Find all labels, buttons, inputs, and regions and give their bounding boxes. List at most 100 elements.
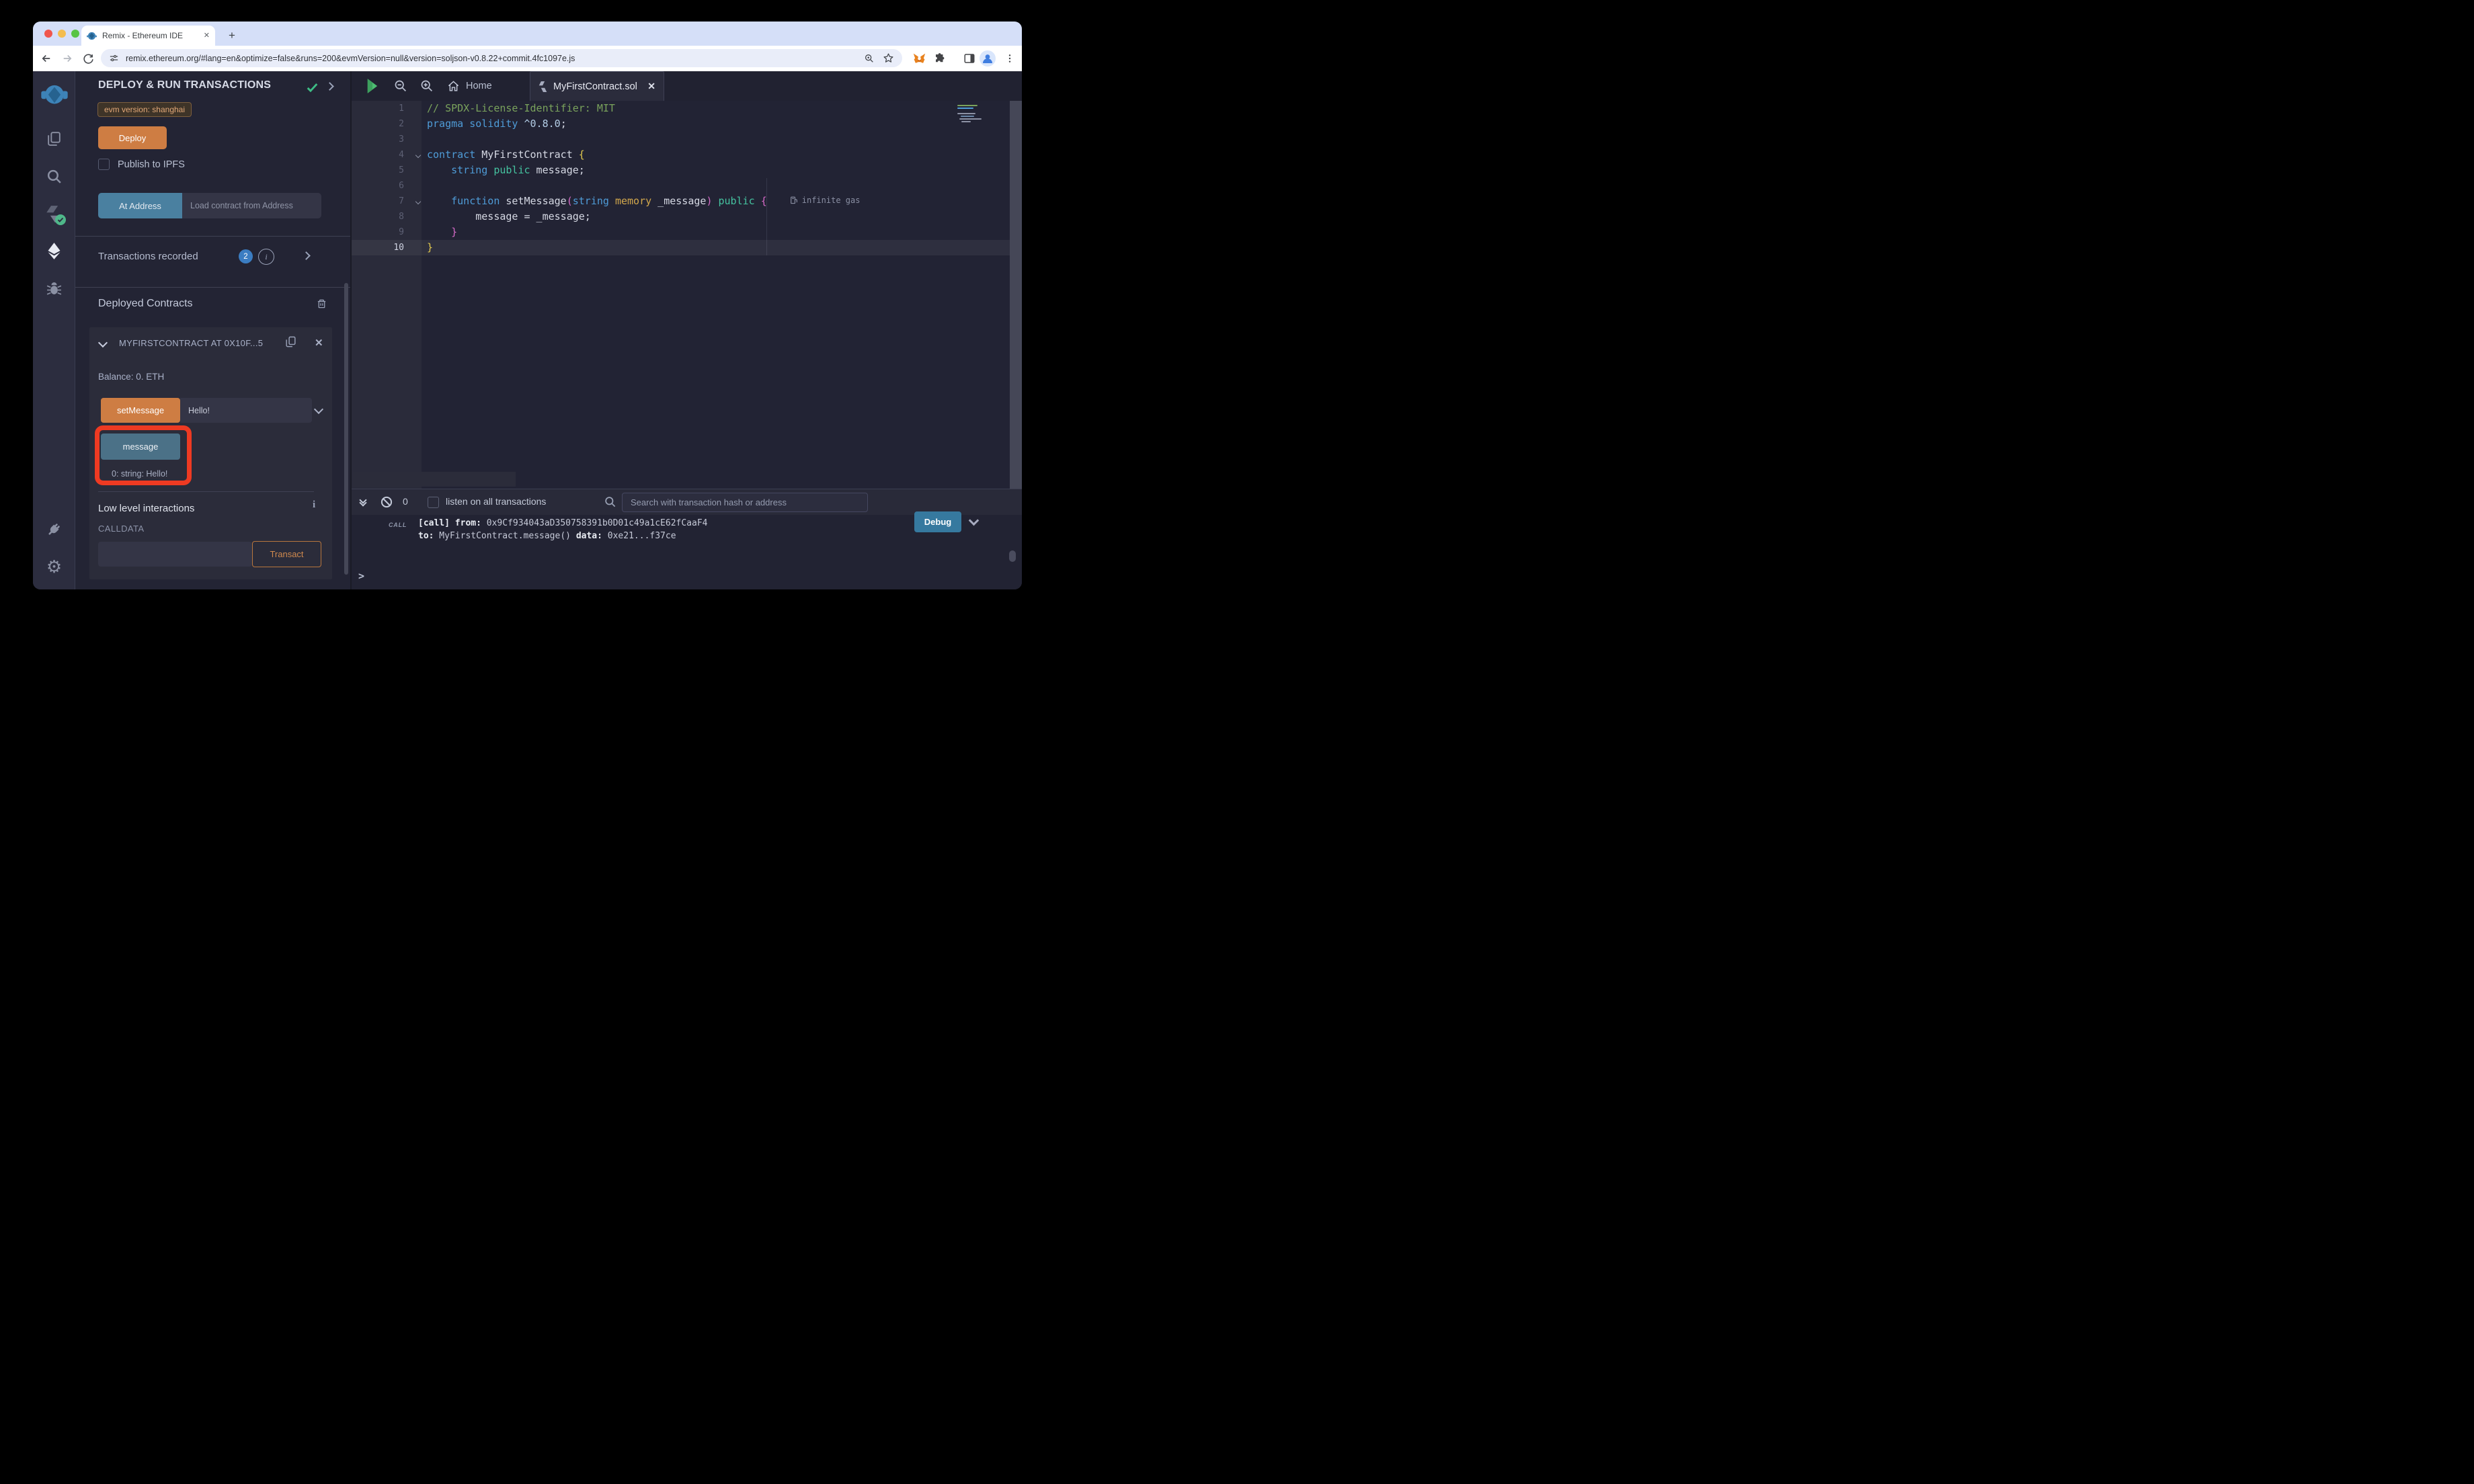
panel-collapse-icon[interactable]: [327, 83, 333, 89]
log-line-2[interactable]: to: MyFirstContract.message() data: 0xe2…: [418, 530, 676, 542]
terminal-search-icon[interactable]: [604, 495, 616, 508]
set-message-input[interactable]: [180, 398, 312, 423]
gas-estimate-note: infinite gas: [790, 196, 861, 205]
calldata-input[interactable]: [98, 542, 252, 567]
url-bar[interactable]: remix.ethereum.org/#lang=en&optimize=fal…: [101, 49, 902, 67]
code-line: 1// SPDX-License-Identifier: MIT: [352, 101, 1022, 116]
side-panel-icon[interactable]: [961, 46, 977, 71]
debug-button[interactable]: Debug: [914, 511, 961, 532]
code-lines[interactable]: 1// SPDX-License-Identifier: MIT2pragma …: [352, 101, 1022, 255]
remix-logo[interactable]: [33, 81, 75, 110]
screenshot-background: Remix - Ethereum IDE ✕ + remix.ethereum.…: [0, 0, 1054, 632]
zoom-out-icon[interactable]: [393, 79, 407, 93]
remix-app: ⚙ DEPLOY & RUN TRANSACTIONS evm version:…: [33, 71, 1022, 589]
deploy-button[interactable]: Deploy: [98, 126, 167, 149]
terminal-prompt[interactable]: >: [358, 570, 364, 582]
minimap[interactable]: [957, 104, 982, 124]
panel-check-icon: [307, 83, 318, 93]
evm-version-badge: evm version: shanghai: [97, 102, 192, 117]
compile-success-badge: [55, 214, 66, 225]
contract-balance: Balance: 0. ETH: [98, 372, 164, 382]
set-message-expand-icon[interactable]: [315, 406, 322, 413]
close-window-button[interactable]: [44, 30, 52, 38]
extensions-icon[interactable]: [932, 46, 948, 71]
plugin-manager-icon[interactable]: [33, 520, 75, 538]
editor-tab-bar: Home MyFirstContract.sol ✕: [352, 71, 1022, 101]
tab-close-icon[interactable]: ✕: [204, 32, 210, 40]
icon-sidebar: ⚙: [33, 71, 75, 589]
remix-favicon: [87, 31, 97, 41]
url-text: remix.ethereum.org/#lang=en&optimize=fal…: [126, 54, 864, 63]
maximize-window-button[interactable]: [71, 30, 79, 38]
tx-expand-icon[interactable]: [303, 253, 309, 259]
trash-icon[interactable]: [316, 298, 327, 310]
listen-count: 0: [403, 496, 408, 507]
code-line: 6: [352, 178, 1022, 194]
file-explorer-icon[interactable]: [33, 130, 75, 147]
tab-file-close-icon[interactable]: ✕: [647, 81, 655, 92]
new-tab-button[interactable]: +: [223, 27, 241, 44]
section-divider: [75, 236, 350, 237]
log-expand-icon[interactable]: [970, 517, 977, 524]
terminal-scrollbar[interactable]: [1009, 550, 1016, 562]
panel-scrollbar[interactable]: [344, 283, 348, 575]
message-result: 0: string: Hello!: [112, 469, 167, 479]
log-line-1[interactable]: [call] from: 0x9Cf934043aD350758391b0D01…: [418, 517, 707, 530]
editor-horizontal-scrollbar[interactable]: [353, 472, 516, 487]
tx-recorded-label: Transactions recorded: [98, 251, 198, 262]
publish-ipfs-label: Publish to IPFS: [118, 159, 185, 170]
run-script-icon[interactable]: [366, 78, 379, 94]
tab-file[interactable]: MyFirstContract.sol ✕: [530, 71, 664, 101]
minimize-window-button[interactable]: [58, 30, 66, 38]
clear-console-icon[interactable]: [381, 496, 393, 508]
tab-home[interactable]: Home: [447, 71, 492, 101]
contract-close-icon[interactable]: ✕: [315, 337, 323, 349]
metamask-icon[interactable]: [911, 46, 927, 71]
browser-tab[interactable]: Remix - Ethereum IDE ✕: [81, 26, 215, 46]
listen-label: listen on all transactions: [446, 496, 546, 507]
expand-terminal-icon[interactable]: [360, 497, 366, 505]
solidity-compiler-icon[interactable]: [33, 205, 75, 223]
site-settings-icon[interactable]: [109, 53, 119, 63]
copy-address-icon[interactable]: [284, 335, 297, 348]
code-line: 5 string public message;: [352, 163, 1022, 178]
tx-info-icon[interactable]: i: [258, 249, 274, 265]
at-address-input[interactable]: [182, 193, 321, 218]
log-call-tag: CALL: [389, 522, 407, 528]
contract-collapse-icon[interactable]: [99, 339, 106, 346]
editor-area: Home MyFirstContract.sol ✕ 1// SPDX-Lice…: [350, 71, 1022, 489]
editor-scrollbar[interactable]: [1010, 101, 1022, 489]
low-level-title: Low level interactions: [98, 503, 194, 514]
publish-ipfs-checkbox[interactable]: [98, 159, 110, 170]
deploy-run-panel: DEPLOY & RUN TRANSACTIONS evm version: s…: [75, 71, 350, 589]
browser-toolbar: remix.ethereum.org/#lang=en&optimize=fal…: [33, 46, 1022, 71]
settings-gear-icon[interactable]: ⚙: [33, 558, 75, 575]
code-line: 10}: [352, 240, 1022, 255]
transact-button[interactable]: Transact: [252, 541, 321, 567]
panel-title: DEPLOY & RUN TRANSACTIONS: [98, 79, 271, 91]
reload-icon[interactable]: [80, 46, 96, 71]
set-message-button[interactable]: setMessage: [101, 398, 180, 423]
deployed-contracts-title: Deployed Contracts: [98, 298, 193, 310]
listen-checkbox[interactable]: [428, 497, 439, 508]
contract-title: MYFIRSTCONTRACT AT 0X10F...5: [119, 338, 263, 348]
tx-count-badge: 2: [239, 249, 253, 263]
deploy-run-icon[interactable]: [33, 242, 75, 260]
zoom-in-icon[interactable]: [420, 79, 434, 93]
deployed-contract-card: MYFIRSTCONTRACT AT 0X10F...5 ✕ Balance: …: [89, 327, 332, 579]
menu-kebab-icon[interactable]: [1002, 46, 1018, 71]
forward-icon[interactable]: [59, 46, 75, 71]
zoom-page-icon[interactable]: [864, 53, 875, 64]
bookmark-star-icon[interactable]: [883, 52, 894, 64]
low-level-info-icon[interactable]: i: [313, 499, 315, 511]
solidity-file-icon: [538, 81, 547, 92]
back-icon[interactable]: [38, 46, 54, 71]
code-line: 7 function setMessage(string memory _mes…: [352, 194, 1022, 209]
terminal-search-input[interactable]: [622, 493, 868, 512]
at-address-button[interactable]: At Address: [98, 193, 182, 218]
search-icon[interactable]: [33, 168, 75, 185]
home-icon: [447, 80, 460, 93]
message-button[interactable]: message: [101, 434, 180, 460]
debugger-icon[interactable]: [33, 280, 75, 297]
profile-avatar[interactable]: [980, 46, 996, 71]
